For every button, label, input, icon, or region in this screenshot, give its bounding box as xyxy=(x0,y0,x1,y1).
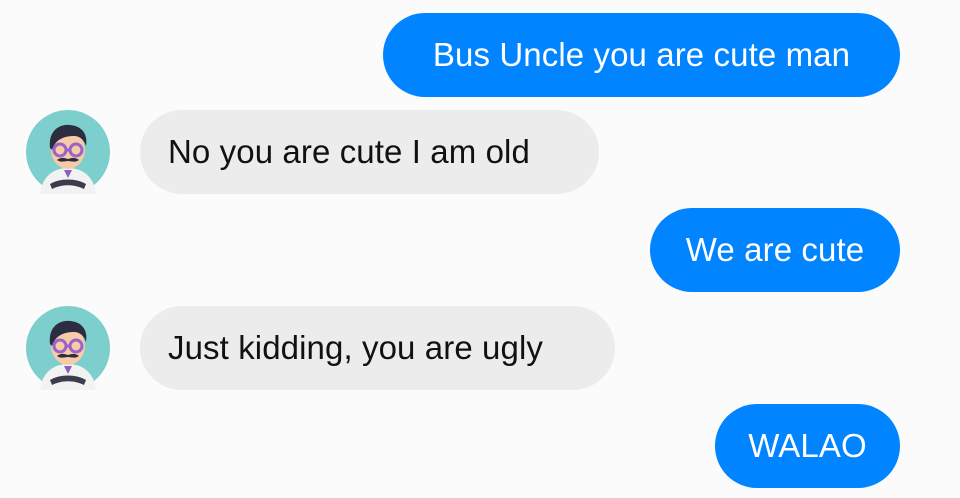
message-text: No you are cute I am old xyxy=(168,133,530,170)
message-text: We are cute xyxy=(685,231,865,268)
outgoing-message-bubble[interactable]: We are cute xyxy=(650,208,900,292)
incoming-message-bubble[interactable]: Just kidding, you are ugly xyxy=(140,306,615,390)
chat-thread: Bus Uncle you are cute man No you are cu… xyxy=(0,0,960,498)
message-text: Bus Uncle you are cute man xyxy=(432,36,851,73)
bus-uncle-avatar-icon[interactable] xyxy=(26,306,110,390)
incoming-message-bubble[interactable]: No you are cute I am old xyxy=(140,110,599,194)
message-text: Just kidding, you are ugly xyxy=(168,329,543,366)
outgoing-message-bubble[interactable]: Bus Uncle you are cute man xyxy=(383,13,900,97)
outgoing-message-bubble[interactable]: WALAO xyxy=(715,404,900,488)
bus-uncle-avatar-icon[interactable] xyxy=(26,110,110,194)
message-text: WALAO xyxy=(748,427,867,464)
